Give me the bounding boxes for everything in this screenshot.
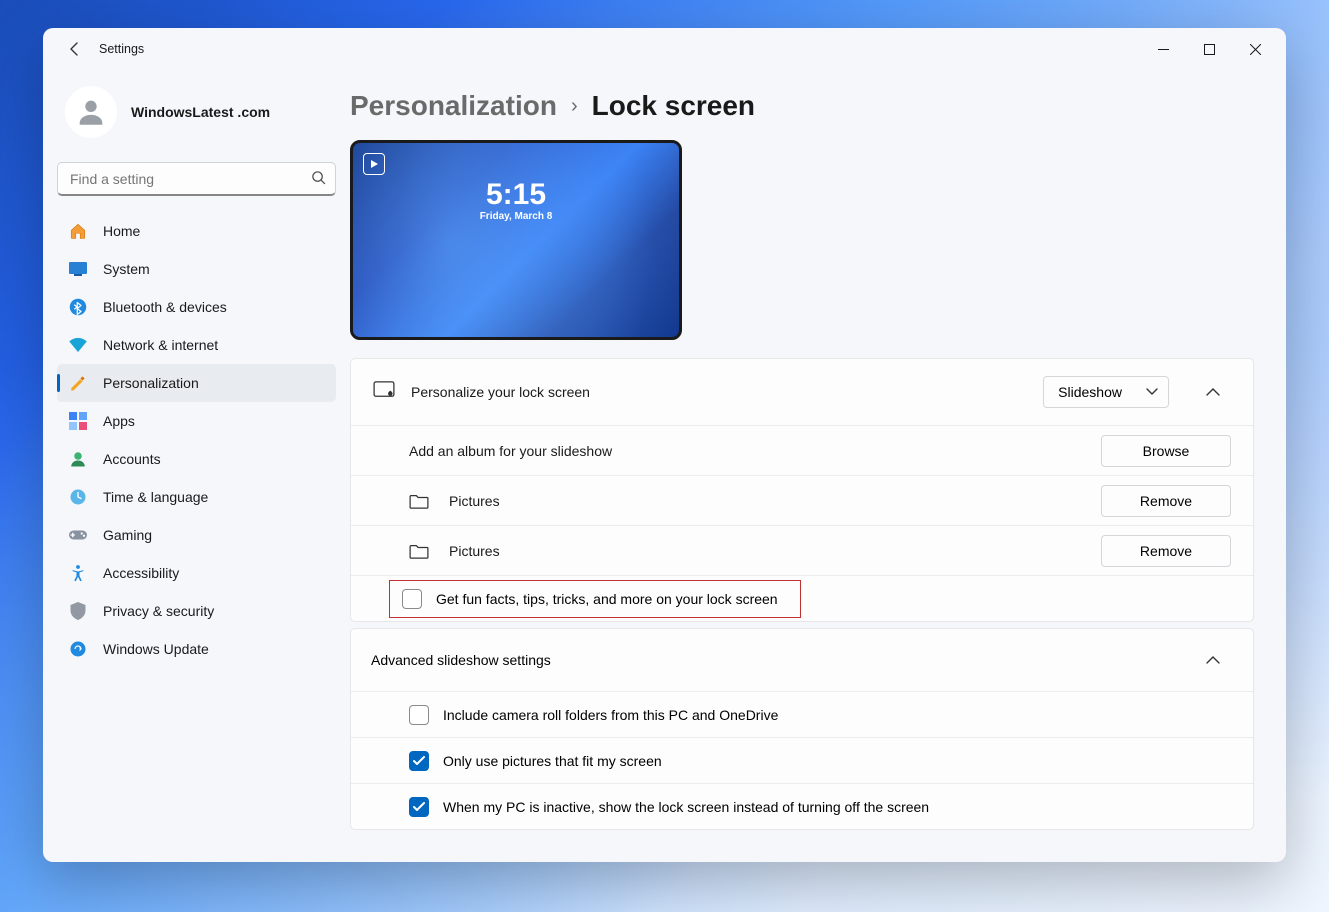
nav-home[interactable]: Home <box>57 212 336 250</box>
nav-system[interactable]: System <box>57 250 336 288</box>
adv-checkbox-2[interactable] <box>409 797 429 817</box>
personalize-label: Personalize your lock screen <box>411 384 1025 400</box>
breadcrumb: Personalization › Lock screen <box>350 90 1254 122</box>
nav-label: Network & internet <box>103 337 218 353</box>
album-name: Pictures <box>449 543 1083 559</box>
nav: Home System Bluetooth & devices Network … <box>57 212 336 668</box>
advanced-header[interactable]: Advanced slideshow settings <box>351 629 1253 691</box>
breadcrumb-parent[interactable]: Personalization <box>350 90 557 122</box>
nav-time-language[interactable]: Time & language <box>57 478 336 516</box>
advanced-heading: Advanced slideshow settings <box>371 652 1187 668</box>
profile[interactable]: WindowsLatest .com <box>57 76 336 162</box>
back-button[interactable] <box>61 35 89 63</box>
personalize-header[interactable]: Personalize your lock screen Slideshow <box>351 359 1253 425</box>
nav-label: Gaming <box>103 527 152 543</box>
nav-label: Apps <box>103 413 135 429</box>
nav-label: Home <box>103 223 140 239</box>
nav-accounts[interactable]: Accounts <box>57 440 336 478</box>
minimize-button[interactable] <box>1140 33 1186 65</box>
nav-personalization[interactable]: Personalization <box>57 364 336 402</box>
time-icon <box>69 488 87 506</box>
collapse-button[interactable] <box>1195 374 1231 410</box>
add-album-row: Add an album for your slideshow Browse <box>351 425 1253 475</box>
remove-button-1[interactable]: Remove <box>1101 535 1231 567</box>
personalization-icon <box>69 374 87 392</box>
adv-option-0: Include camera roll folders from this PC… <box>351 691 1253 737</box>
nav-gaming[interactable]: Gaming <box>57 516 336 554</box>
fun-facts-checkbox[interactable] <box>402 589 422 609</box>
nav-network[interactable]: Network & internet <box>57 326 336 364</box>
accessibility-icon <box>69 564 87 582</box>
accounts-icon <box>69 450 87 468</box>
titlebar: Settings <box>43 28 1286 70</box>
browse-button[interactable]: Browse <box>1101 435 1231 467</box>
privacy-icon <box>69 602 87 620</box>
adv-label-1: Only use pictures that fit my screen <box>443 753 662 769</box>
search-box <box>57 162 336 196</box>
settings-window: Settings WindowsLatest .com Home System <box>43 28 1286 862</box>
adv-option-1: Only use pictures that fit my screen <box>351 737 1253 783</box>
close-button[interactable] <box>1232 33 1278 65</box>
lockscreen-mode-dropdown[interactable]: Slideshow <box>1043 376 1169 408</box>
network-icon <box>69 336 87 354</box>
advanced-panel: Advanced slideshow settings Include came… <box>350 628 1254 830</box>
nav-label: System <box>103 261 150 277</box>
fun-facts-row: Get fun facts, tips, tricks, and more on… <box>351 575 1253 621</box>
chevron-right-icon: › <box>571 95 578 118</box>
adv-label-0: Include camera roll folders from this PC… <box>443 707 778 723</box>
nav-label: Bluetooth & devices <box>103 299 227 315</box>
nav-label: Accounts <box>103 451 161 467</box>
nav-label: Time & language <box>103 489 208 505</box>
lockscreen-icon <box>373 381 393 404</box>
preview-time: 5:15 <box>486 178 546 212</box>
personalize-panel: Personalize your lock screen Slideshow A… <box>350 358 1254 622</box>
nav-apps[interactable]: Apps <box>57 402 336 440</box>
nav-label: Windows Update <box>103 641 209 657</box>
bluetooth-icon <box>69 298 87 316</box>
lockscreen-preview[interactable]: 5:15 Friday, March 8 <box>350 140 682 340</box>
nav-label: Privacy & security <box>103 603 214 619</box>
remove-button-0[interactable]: Remove <box>1101 485 1231 517</box>
main-content: Personalization › Lock screen 5:15 Frida… <box>348 70 1286 862</box>
dropdown-value: Slideshow <box>1058 384 1122 400</box>
preview-date: Friday, March 8 <box>480 211 553 222</box>
fun-facts-label: Get fun facts, tips, tricks, and more on… <box>436 591 778 607</box>
window-title: Settings <box>99 42 144 56</box>
highlight-annotation: Get fun facts, tips, tricks, and more on… <box>389 580 801 618</box>
adv-checkbox-0[interactable] <box>409 705 429 725</box>
folder-icon <box>409 543 431 559</box>
system-icon <box>69 260 87 278</box>
nav-accessibility[interactable]: Accessibility <box>57 554 336 592</box>
page-title: Lock screen <box>592 90 755 122</box>
album-row-1: Pictures Remove <box>351 525 1253 575</box>
maximize-button[interactable] <box>1186 33 1232 65</box>
nav-bluetooth[interactable]: Bluetooth & devices <box>57 288 336 326</box>
chevron-down-icon <box>1146 388 1158 396</box>
add-album-label: Add an album for your slideshow <box>409 443 1083 459</box>
adv-option-2: When my PC is inactive, show the lock sc… <box>351 783 1253 829</box>
nav-label: Personalization <box>103 375 199 391</box>
apps-icon <box>69 412 87 430</box>
profile-name: WindowsLatest .com <box>131 104 270 120</box>
gaming-icon <box>69 526 87 544</box>
sidebar: WindowsLatest .com Home System Bluetooth… <box>43 70 348 862</box>
collapse-button[interactable] <box>1195 642 1231 678</box>
folder-icon <box>409 493 431 509</box>
nav-windows-update[interactable]: Windows Update <box>57 630 336 668</box>
album-row-0: Pictures Remove <box>351 475 1253 525</box>
adv-label-2: When my PC is inactive, show the lock sc… <box>443 799 929 815</box>
home-icon <box>69 222 87 240</box>
nav-label: Accessibility <box>103 565 179 581</box>
search-input[interactable] <box>57 162 336 196</box>
adv-checkbox-1[interactable] <box>409 751 429 771</box>
album-name: Pictures <box>449 493 1083 509</box>
nav-privacy[interactable]: Privacy & security <box>57 592 336 630</box>
avatar <box>65 86 117 138</box>
slideshow-badge-icon <box>363 153 385 175</box>
search-icon <box>311 170 326 190</box>
update-icon <box>69 640 87 658</box>
